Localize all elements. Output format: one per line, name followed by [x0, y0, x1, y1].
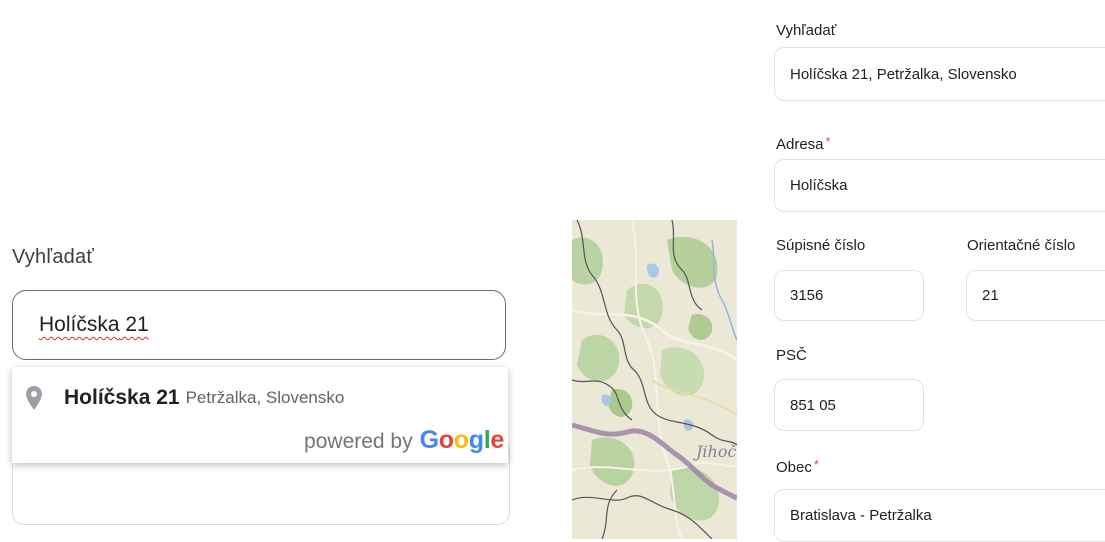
- map-tiles: [572, 220, 737, 539]
- search-label-left: Vyhľadať: [12, 246, 95, 268]
- orientacne-cislo-label: Orientačné číslo: [967, 237, 1076, 254]
- obec-label: Obec *: [776, 457, 819, 476]
- search-input-value: Holíčska 21: [39, 313, 149, 336]
- address-field-value: Holíčska: [790, 177, 848, 194]
- map-view[interactable]: Jihoč: [572, 220, 737, 539]
- address-field[interactable]: Holíčska: [774, 159, 1105, 212]
- psc-label: PSČ: [776, 347, 807, 364]
- autocomplete-suggestion[interactable]: Holíčska 21 Petržalka, Slovensko: [12, 383, 508, 413]
- search-field[interactable]: Holíčska 21, Petržalka, Slovensko: [774, 47, 1105, 101]
- google-logo: Google: [419, 426, 505, 454]
- psc-field[interactable]: 851 05: [774, 379, 924, 431]
- search-field-value: Holíčska 21, Petržalka, Slovensko: [790, 65, 1017, 83]
- orientacne-cislo-field[interactable]: 21: [966, 270, 1105, 321]
- supisne-cislo-label: Súpisné číslo: [776, 237, 866, 254]
- obec-field-value: Bratislava - Petržalka: [790, 507, 932, 524]
- required-marker: *: [825, 134, 831, 149]
- powered-by-text: powered by: [304, 430, 413, 453]
- address-label: Adresa *: [776, 134, 831, 153]
- search-label: Vyhľadať: [776, 22, 837, 39]
- supisne-cislo-field[interactable]: 3156: [774, 270, 924, 321]
- map-place-label: Jihoč: [696, 442, 737, 461]
- autocomplete-dropdown: Holíčska 21 Petržalka, Slovensko powered…: [12, 367, 508, 463]
- orientacne-cislo-value: 21: [982, 287, 999, 304]
- powered-by-google: powered by Google: [304, 426, 504, 455]
- supisne-cislo-value: 3156: [790, 287, 824, 304]
- search-input-left[interactable]: Holíčska 21: [12, 290, 506, 360]
- suggestion-main-text: Holíčska 21: [64, 386, 180, 409]
- suggestion-secondary-text: Petržalka, Slovensko: [185, 388, 345, 407]
- obec-field[interactable]: Bratislava - Petržalka: [774, 489, 1105, 542]
- required-marker: *: [813, 457, 819, 472]
- map-pin-icon: [26, 386, 42, 410]
- psc-field-value: 851 05: [790, 396, 836, 414]
